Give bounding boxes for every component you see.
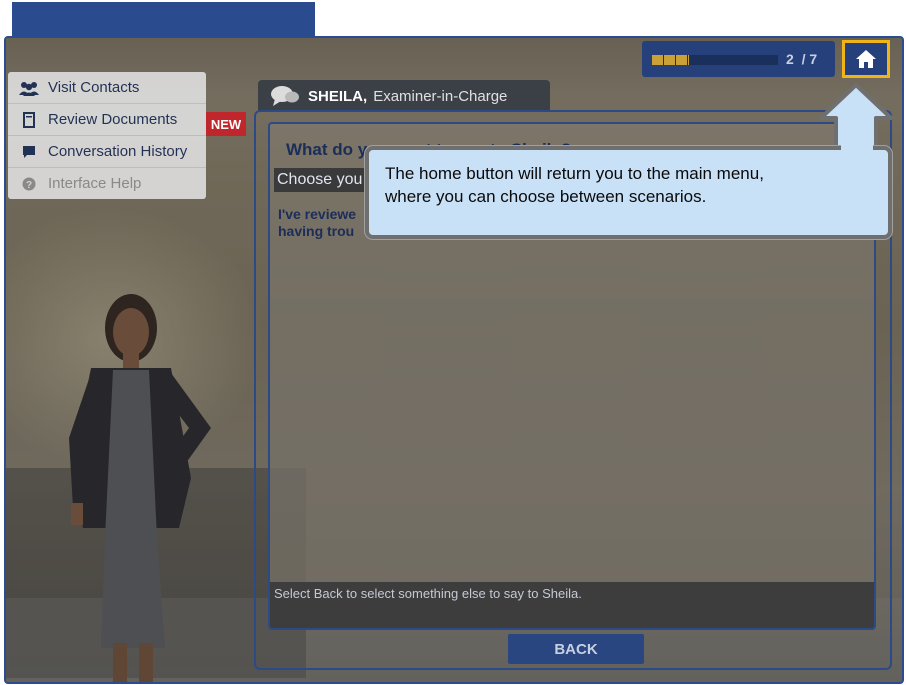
home-button[interactable] xyxy=(842,40,890,78)
top-header-tab xyxy=(12,2,315,38)
progress-fill xyxy=(652,55,689,65)
document-icon xyxy=(18,111,40,128)
sidebar-item-label: Interface Help xyxy=(48,175,142,192)
sidebar-menu: Visit Contacts Review Documents Conversa… xyxy=(8,72,206,199)
sidebar-item-interface-help[interactable]: ? Interface Help xyxy=(8,168,206,199)
new-badge: NEW xyxy=(206,112,246,136)
speaker-title: Examiner-in-Charge xyxy=(373,87,508,105)
progress-counter: 2 / 7 xyxy=(786,51,818,67)
scenario-progress: 2 / 7 xyxy=(642,41,835,77)
scene-frame: Visit Contacts Review Documents Conversa… xyxy=(4,36,904,684)
contacts-icon xyxy=(18,80,40,96)
speech-bubble-icon xyxy=(270,85,300,107)
help-icon: ? xyxy=(18,176,40,192)
sidebar-item-label: Visit Contacts xyxy=(48,79,140,96)
svg-text:?: ? xyxy=(26,180,32,191)
sidebar-item-review-documents[interactable]: Review Documents xyxy=(8,104,206,136)
callout-line: The home button will return you to the m… xyxy=(385,164,764,183)
callout-line: where you can choose between scenarios. xyxy=(385,187,707,206)
callout-text: The home button will return you to the m… xyxy=(385,162,865,208)
sidebar-item-label: Review Documents xyxy=(48,111,178,128)
callout-arrow-join xyxy=(841,137,873,151)
help-callout: The home button will return you to the m… xyxy=(365,146,892,239)
sidebar-item-visit-contacts[interactable]: Visit Contacts xyxy=(8,72,206,104)
sidebar-item-conversation-history[interactable]: Conversation History xyxy=(8,136,206,168)
speaker-tab: SHEILA, Examiner-in-Charge xyxy=(258,80,550,112)
sidebar-item-label: Conversation History xyxy=(48,143,188,160)
back-button[interactable]: BACK xyxy=(508,634,644,664)
home-icon xyxy=(855,49,877,69)
progress-bar xyxy=(652,55,778,65)
speaker-name: SHEILA, xyxy=(308,87,368,105)
instruction-text: Select Back to select something else to … xyxy=(270,582,874,628)
chat-icon xyxy=(18,144,40,160)
